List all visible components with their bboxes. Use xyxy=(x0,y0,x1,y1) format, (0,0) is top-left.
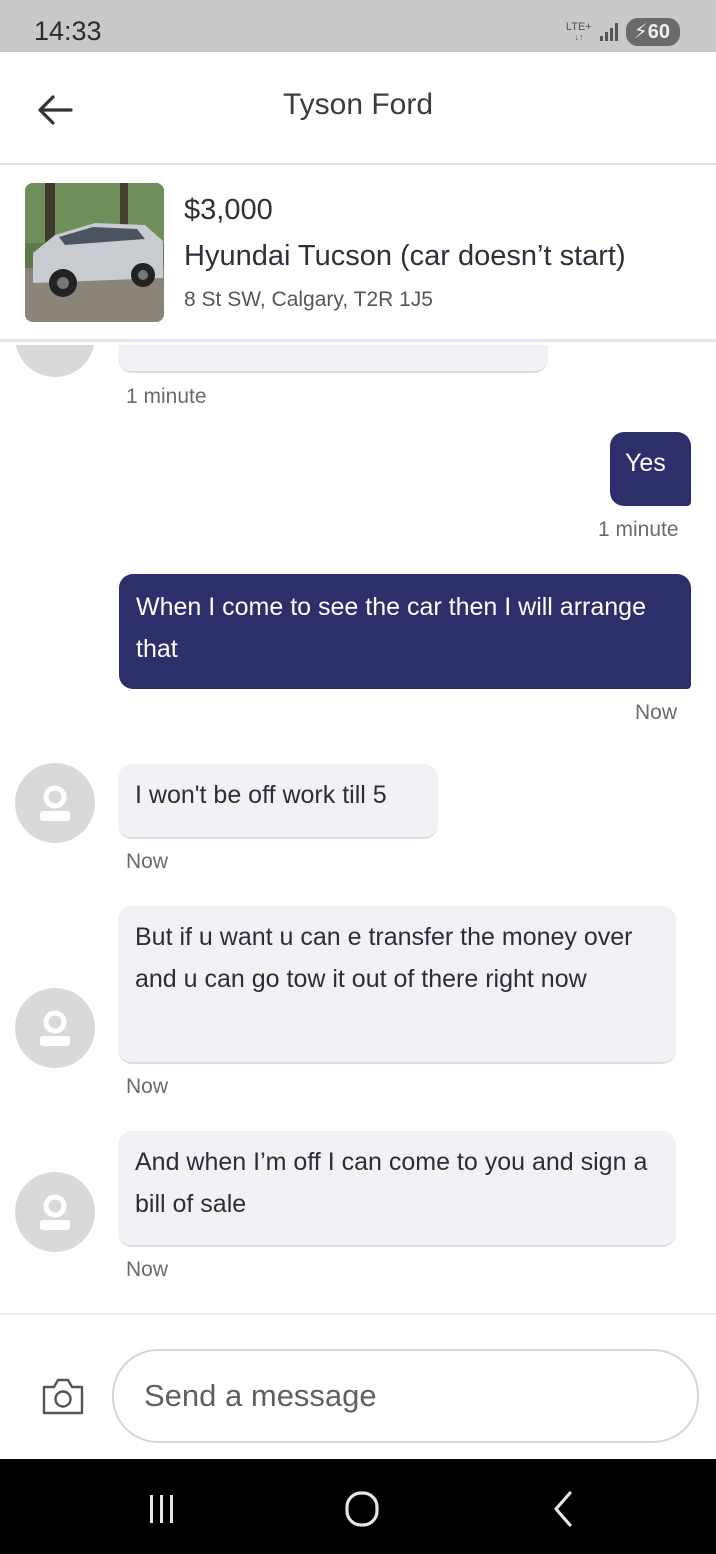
message-input[interactable] xyxy=(112,1349,699,1443)
chat-header: Tyson Ford xyxy=(0,52,716,165)
message-time: Now xyxy=(635,701,678,724)
avatar xyxy=(15,988,95,1068)
listing-thumbnail[interactable] xyxy=(25,183,164,322)
message-bubble-incoming: But if u want u can e transfer the money… xyxy=(118,906,676,1064)
nav-back-button[interactable] xyxy=(538,1487,588,1531)
home-button[interactable] xyxy=(337,1487,387,1531)
recents-button[interactable] xyxy=(137,1487,187,1531)
message-time: 1 minute xyxy=(126,385,207,408)
status-icons: LTE+ ↓↑ ⚡60 xyxy=(566,18,680,46)
message-bubble-incoming xyxy=(118,345,548,373)
user-icon xyxy=(40,785,70,821)
avatar xyxy=(15,345,95,377)
listing-location: 8 St SW, Calgary, T2R 1J5 xyxy=(184,288,433,311)
message-composer xyxy=(0,1313,716,1459)
charging-icon: ⚡ xyxy=(633,21,648,43)
recents-icon xyxy=(150,1495,173,1523)
message-time: Now xyxy=(126,1075,169,1098)
home-icon xyxy=(345,1491,379,1527)
battery-level: 60 xyxy=(647,21,670,43)
status-time: 14:33 xyxy=(34,16,102,46)
user-icon xyxy=(40,1194,70,1230)
camera-icon xyxy=(42,1378,84,1415)
camera-button[interactable] xyxy=(40,1375,86,1417)
message-bubble-incoming: And when I’m off I can come to you and s… xyxy=(118,1131,676,1247)
message-time: Now xyxy=(126,850,169,873)
battery-indicator: ⚡60 xyxy=(625,18,680,46)
system-nav-bar xyxy=(0,1459,716,1554)
contact-name: Tyson Ford xyxy=(282,88,434,121)
message-list[interactable]: 1 minute Yes 1 minute When I come to see… xyxy=(0,345,716,1313)
car-photo xyxy=(25,183,164,322)
nav-back-icon xyxy=(554,1491,572,1527)
network-type-label: LTE+ ↓↑ xyxy=(565,21,592,43)
listing-price: $3,000 xyxy=(184,194,273,226)
status-bar: 14:33 LTE+ ↓↑ ⚡60 xyxy=(0,0,716,52)
user-icon xyxy=(40,1010,70,1046)
message-bubble-outgoing: When I come to see the car then I will a… xyxy=(119,574,691,689)
message-time: 1 minute xyxy=(598,518,679,541)
message-time: Now xyxy=(126,1258,169,1281)
listing-title: Hyundai Tucson (car doesn’t start) xyxy=(184,240,626,272)
message-bubble-outgoing: Yes xyxy=(610,432,691,506)
message-bubble-incoming: I won't be off work till 5 xyxy=(118,764,438,839)
avatar xyxy=(15,1172,95,1252)
listing-card[interactable]: $3,000 Hyundai Tucson (car doesn’t start… xyxy=(0,166,716,342)
avatar xyxy=(15,763,95,843)
signal-icon xyxy=(599,23,618,41)
